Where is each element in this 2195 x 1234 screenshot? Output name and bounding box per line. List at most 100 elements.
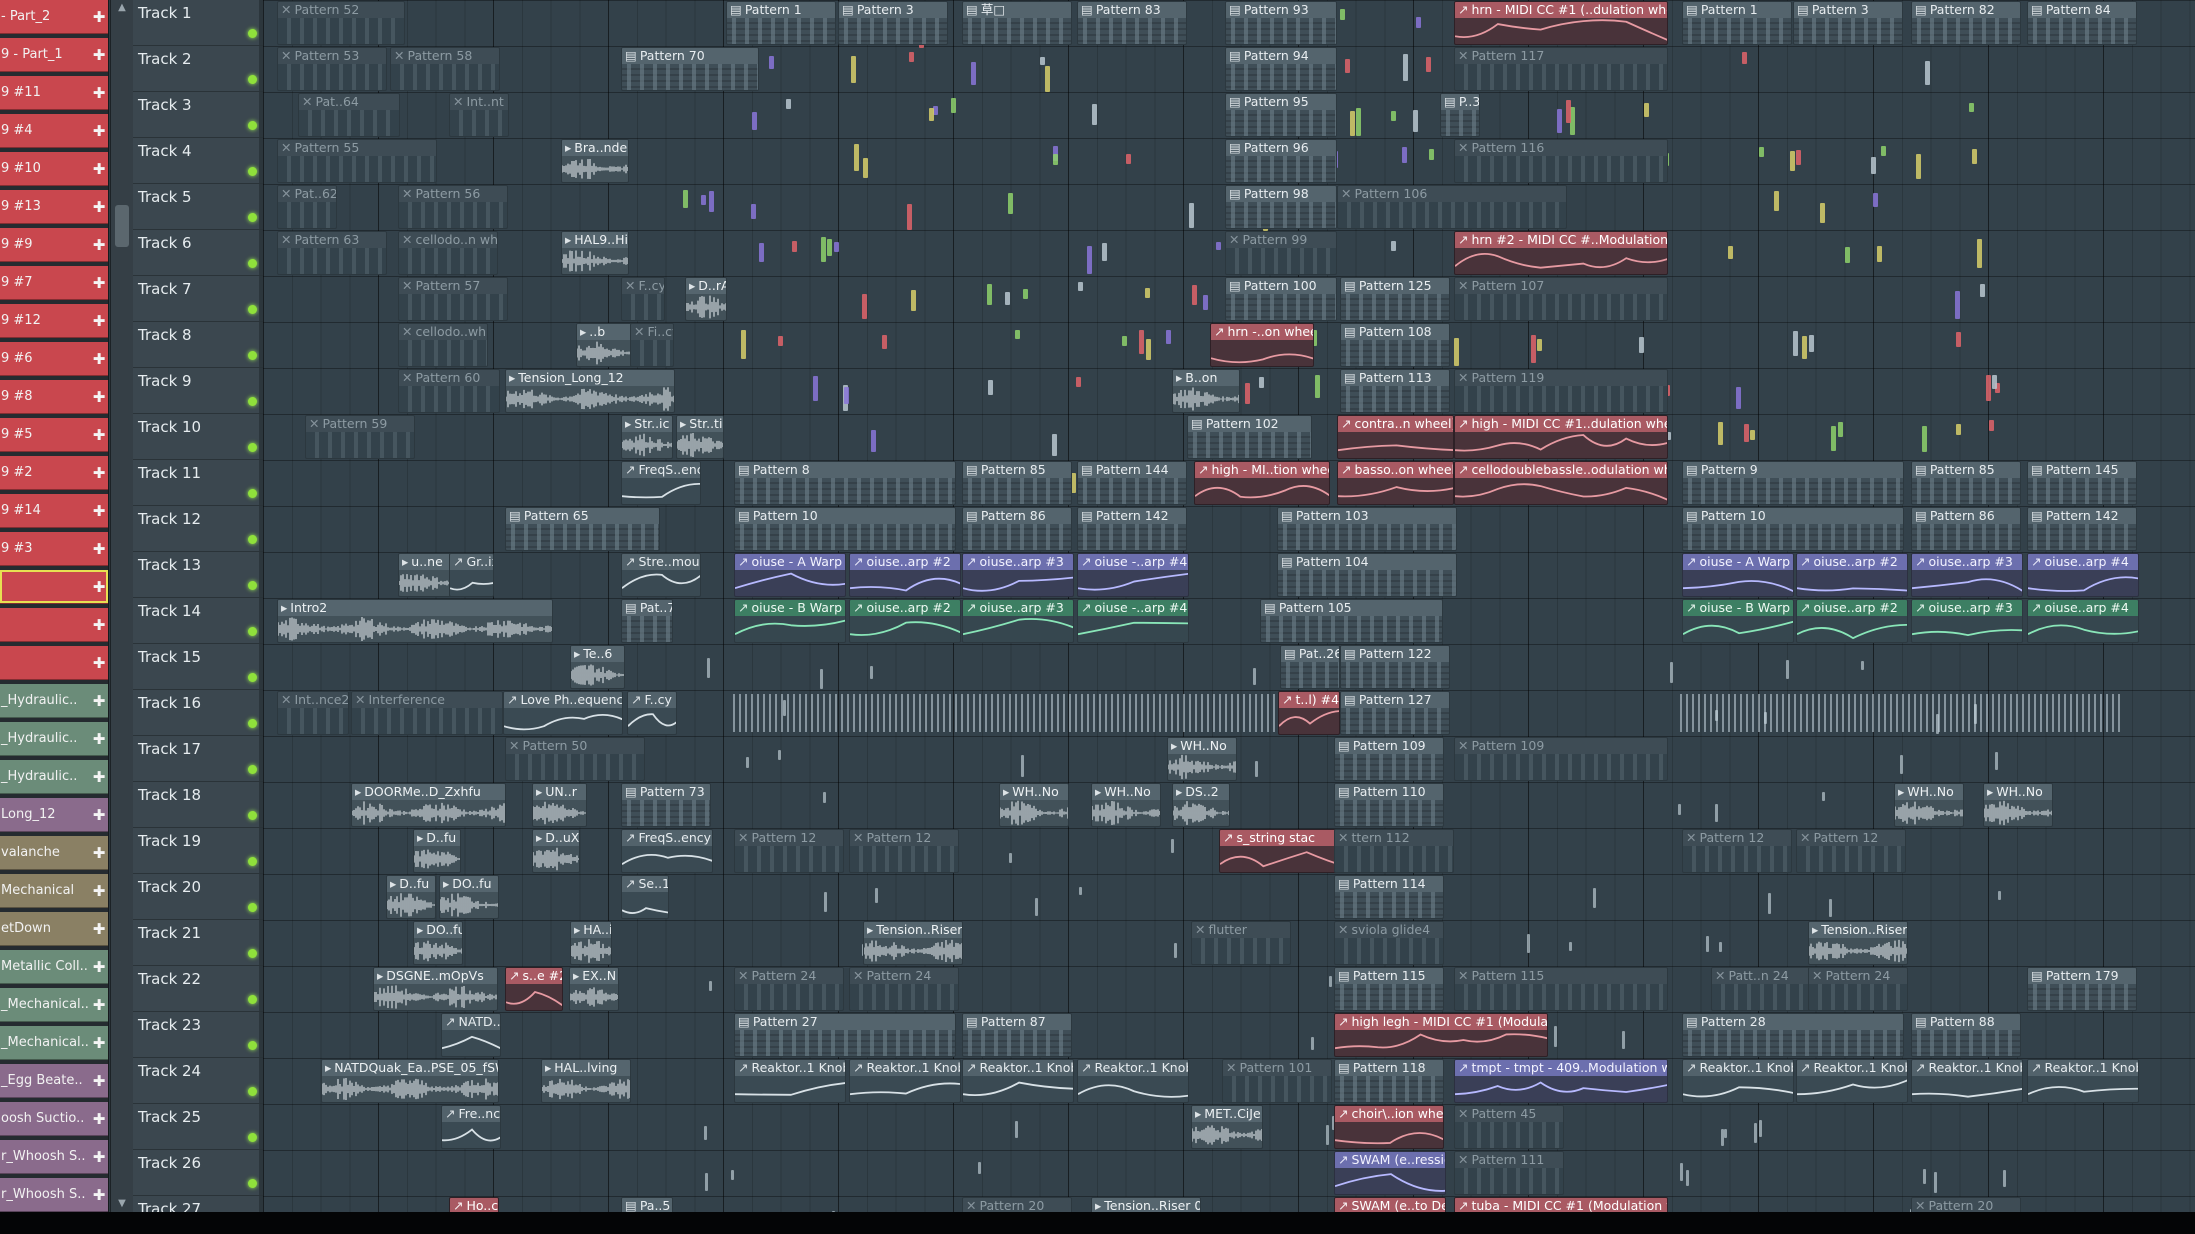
track-mute-led[interactable]: [248, 673, 257, 682]
playlist-clip[interactable]: ✕ Pattern 56: [398, 185, 508, 229]
browser-item[interactable]: - Part_2 ✚: [0, 0, 108, 34]
playlist-clip[interactable]: ↗tmpt - tmpt - 409..Modulation wheel): [1454, 1059, 1668, 1103]
browser-item[interactable]: valanche ✚: [0, 836, 108, 870]
playlist-clip[interactable]: ▤ P..3: [1440, 93, 1480, 137]
track-header[interactable]: Track 5: [133, 184, 263, 230]
browser-item[interactable]: r_Whoosh S.. ✚: [0, 1140, 108, 1174]
playlist-clip[interactable]: ↗ oiuse..arp #2: [1796, 553, 1908, 597]
playlist-clip[interactable]: ↗choir\..ion wheel): [1334, 1105, 1444, 1149]
playlist-clip[interactable]: ▤ Pattern 145: [2027, 461, 2137, 505]
playlist-clip[interactable]: ▤ Pattern 114: [1334, 875, 1444, 919]
playlist-clip[interactable]: ✕ Pattern 115: [1454, 967, 1668, 1011]
channel-plus-icon[interactable]: ✚: [90, 198, 108, 216]
playlist-clip[interactable]: ▤ Pattern 118: [1334, 1059, 1444, 1103]
browser-item[interactable]: _Hydraulic.. ✚: [0, 684, 108, 718]
track-mute-led[interactable]: [248, 581, 257, 590]
browser-item[interactable]: _Hydraulic.. ✚: [0, 722, 108, 756]
browser-item[interactable]: ✚: [0, 646, 108, 680]
playlist-clip[interactable]: ▤ Pattern 113: [1340, 369, 1450, 413]
playlist-clip[interactable]: ✕ Pattern 20: [962, 1197, 1072, 1212]
playlist-clip[interactable]: ✕ Pattern 117: [1454, 47, 1668, 91]
playlist-clip[interactable]: ↗high - MIDI CC #1..dulation wheel) #2: [1454, 415, 1668, 459]
channel-plus-icon[interactable]: ✚: [90, 236, 108, 254]
playlist-clip[interactable]: ✕ sviola glide4: [1334, 921, 1444, 965]
playlist-clip[interactable]: ↗ oiuse - A Warp: [1682, 553, 1794, 597]
browser-item[interactable]: 9 #3 ✚: [0, 532, 108, 566]
playlist-clip[interactable]: ▤ Pat..26: [1280, 645, 1340, 689]
track-header[interactable]: Track 22: [133, 966, 263, 1012]
channel-plus-icon[interactable]: ✚: [90, 274, 108, 292]
playlist-clip[interactable]: ▤ Pattern 95: [1225, 93, 1337, 137]
playlist-clip[interactable]: ▤ Pattern 127: [1340, 691, 1450, 735]
channel-plus-icon[interactable]: ✚: [90, 578, 108, 596]
playlist-clip[interactable]: ▤ Pattern 108: [1340, 323, 1450, 367]
playlist-clip[interactable]: ✕ Patt..n 24: [1711, 967, 1811, 1011]
track-mute-led[interactable]: [248, 75, 257, 84]
browser-item[interactable]: _Egg Beate.. ✚: [0, 1064, 108, 1098]
track-mute-led[interactable]: [248, 213, 257, 222]
playlist-clip[interactable]: ▤ Pattern 85: [962, 461, 1072, 505]
playlist-clip[interactable]: ▸ Tension_Long_12: [505, 369, 675, 413]
playlist-clip[interactable]: ▤ Pattern 1: [1682, 1, 1792, 45]
playlist-clip[interactable]: ▤ Pattern 86: [962, 507, 1072, 551]
playlist-clip[interactable]: ▸ DS..2: [1172, 783, 1230, 827]
playlist-clip[interactable]: ↗ oiuse -..arp #4: [1077, 553, 1189, 597]
playlist-clip[interactable]: ↗tuba - MIDI CC #1 (Modulation wheel): [1454, 1197, 1668, 1212]
channel-plus-icon[interactable]: ✚: [90, 844, 108, 862]
playlist-clip[interactable]: ✕cellodo..n wheel: [398, 231, 498, 275]
playlist-clip[interactable]: ▸ MET..CiJe: [1191, 1105, 1263, 1149]
playlist-clip[interactable]: ▤ Pattern 86: [1911, 507, 2021, 551]
playlist-clip[interactable]: ✕ Pattern 101: [1222, 1059, 1332, 1103]
playlist-clip[interactable]: ↗ oiuse - B Warp: [734, 599, 846, 643]
playlist-clip[interactable]: ✕ Pattern 119: [1454, 369, 1668, 413]
track-header[interactable]: Track 9: [133, 368, 263, 414]
playlist-clip[interactable]: ✕ Pattern 52: [277, 1, 405, 45]
track-mute-led[interactable]: [248, 1133, 257, 1142]
playlist-clip[interactable]: ↗NATD..t: [441, 1013, 501, 1057]
track-header[interactable]: Track 7: [133, 276, 263, 322]
playlist-clip[interactable]: ✕ Interference: [351, 691, 503, 735]
playlist-clip[interactable]: ▤ Pattern 88: [1911, 1013, 2021, 1057]
playlist-clip[interactable]: ✕ Int..nce2: [277, 691, 349, 735]
playlist-clip[interactable]: ▸HAL9..Hit 1: [561, 231, 629, 275]
playlist-clip[interactable]: ↗cellodoublebassle..odulation wheel): [1454, 461, 1668, 505]
playlist-clip[interactable]: ✕ Pattern 109: [1454, 737, 1668, 781]
playlist-clip[interactable]: ↗ contra..n wheel): [1337, 415, 1454, 459]
channel-plus-icon[interactable]: ✚: [90, 1148, 108, 1166]
playlist-clip[interactable]: ↗ oiuse..arp #2: [1796, 599, 1908, 643]
playlist-clip[interactable]: ▤ Pattern 125: [1340, 277, 1450, 321]
playlist-clip[interactable]: ▸ Bra..nder: [561, 139, 629, 183]
playlist-clip[interactable]: ▸ WH..No: [1894, 783, 1964, 827]
browser-item[interactable]: _Hydraulic.. ✚: [0, 760, 108, 794]
channel-plus-icon[interactable]: ✚: [90, 920, 108, 938]
track-header[interactable]: Track 13: [133, 552, 263, 598]
playlist-clip[interactable]: ▸Tension..Riser 02: [1091, 1197, 1201, 1212]
playlist-clip[interactable]: ▸ DOORMe..D_Zxhfu: [351, 783, 506, 827]
channel-plus-icon[interactable]: ✚: [90, 692, 108, 710]
playlist-clip[interactable]: ✕ cellodo..wh: [398, 323, 488, 367]
playlist-clip[interactable]: ▤ Pattern 142: [1077, 507, 1187, 551]
playlist-clip[interactable]: ▤ Pattern 70: [621, 47, 759, 91]
track-mute-led[interactable]: [248, 259, 257, 268]
playlist-clip[interactable]: ✕ Pattern 12: [1682, 829, 1792, 873]
playlist-clip[interactable]: ▸Tension..Riser 02: [1808, 921, 1908, 965]
track-mute-led[interactable]: [248, 535, 257, 544]
playlist-clip[interactable]: ✕ Pattern 107: [1454, 277, 1668, 321]
browser-item[interactable]: 9 #4 ✚: [0, 114, 108, 148]
playlist-clip[interactable]: ↗high legh - MIDI CC #1 (Modulation whee…: [1334, 1013, 1548, 1057]
scroll-down-arrow-icon[interactable]: ▼: [111, 1196, 133, 1212]
playlist-clip[interactable]: ▤ Pattern 102: [1187, 415, 1312, 459]
track-header[interactable]: Track 2: [133, 46, 263, 92]
playlist-clip[interactable]: ▸HA..il: [570, 921, 612, 965]
playlist-clip[interactable]: ▸ Intro2: [277, 599, 553, 643]
playlist-clip[interactable]: ↗Reaktor..1 Knob1: [1682, 1059, 1794, 1103]
playlist-clip[interactable]: ▤ Pattern 103: [1277, 507, 1457, 551]
channel-plus-icon[interactable]: ✚: [90, 350, 108, 368]
browser-item[interactable]: 9 #12 ✚: [0, 304, 108, 338]
track-header[interactable]: Track 20: [133, 874, 263, 920]
playlist-clip[interactable]: ✕ Pattern 106: [1337, 185, 1567, 229]
vertical-scrollbar[interactable]: ▲ ▼: [110, 0, 134, 1212]
playlist-clip[interactable]: ✕ Pattern 12: [849, 829, 959, 873]
playlist-clip[interactable]: ✕ Pattern 99: [1225, 231, 1337, 275]
playlist-clip[interactable]: ▸ WH..No: [999, 783, 1069, 827]
